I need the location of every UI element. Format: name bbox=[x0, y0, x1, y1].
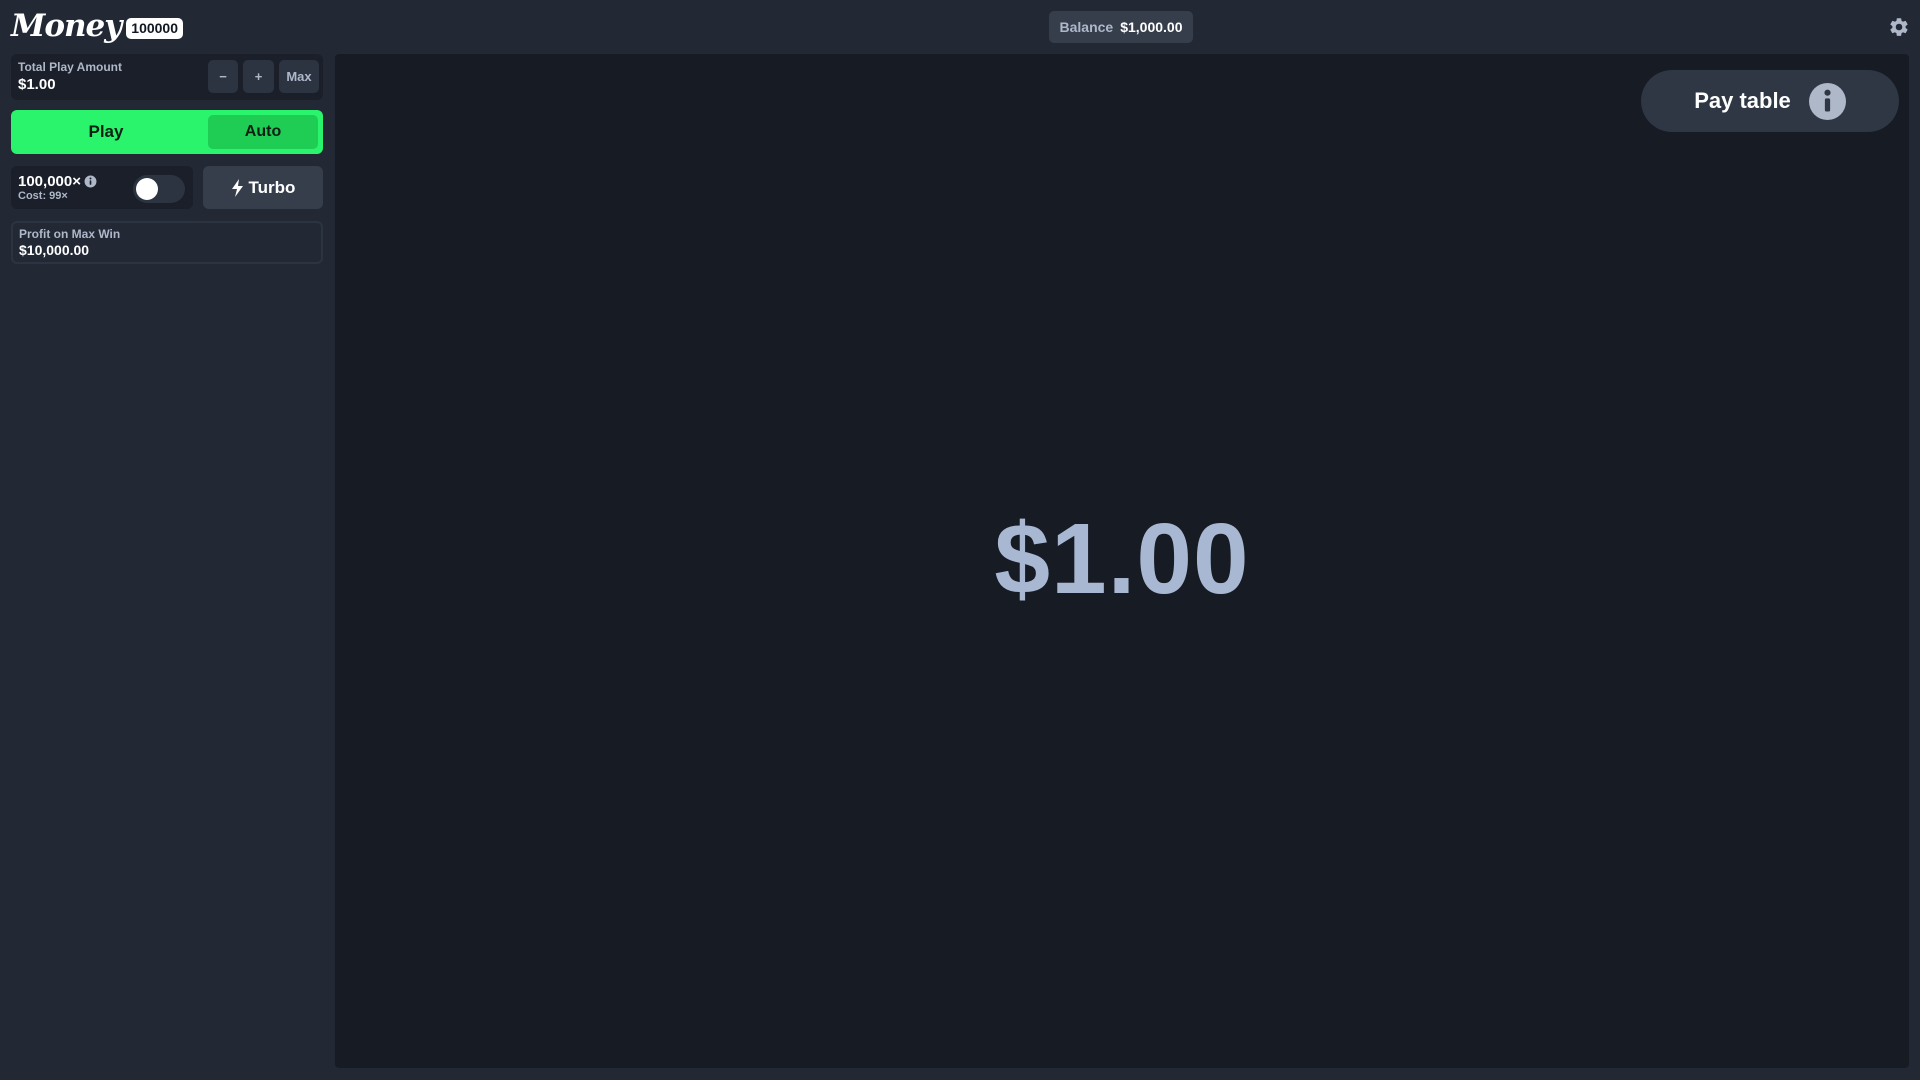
play-amount-label: Total Play Amount bbox=[18, 60, 123, 74]
turbo-button[interactable]: Turbo bbox=[203, 166, 323, 209]
game-area: Pay table $1.00 bbox=[335, 54, 1909, 1068]
info-icon[interactable] bbox=[84, 175, 97, 188]
profit-label: Profit on Max Win bbox=[19, 227, 121, 241]
auto-button[interactable]: Auto bbox=[208, 115, 318, 149]
gear-icon[interactable] bbox=[1888, 16, 1910, 38]
profit-value: $10,000.00 bbox=[19, 242, 90, 258]
multiplier-cost: Cost: 99× bbox=[18, 190, 68, 202]
play-button[interactable]: Play bbox=[11, 110, 201, 154]
turbo-label: Turbo bbox=[248, 177, 296, 197]
multiplier-value: 100,000× bbox=[18, 173, 81, 190]
logo-badge: 100000 bbox=[126, 17, 183, 39]
game-amount-display: $1.00 bbox=[994, 503, 1250, 615]
profit-panel: Profit on Max Win $10,000.00 bbox=[11, 221, 323, 264]
multiplier-panel: 100,000× Cost: 99× bbox=[11, 166, 193, 209]
logo-text: Money bbox=[11, 8, 122, 44]
toggle-knob bbox=[136, 178, 158, 200]
balance-display: Balance $1,000.00 bbox=[1049, 11, 1193, 43]
pay-table-label: Pay table bbox=[1694, 88, 1791, 113]
top-bar: Money 100000 Balance $1,000.00 bbox=[0, 0, 1920, 54]
logo: Money 100000 bbox=[11, 8, 183, 44]
play-amount-panel: Total Play Amount $1.00 − + Max bbox=[11, 54, 323, 100]
lightning-bolt-icon bbox=[231, 178, 244, 197]
pay-table-button[interactable]: Pay table bbox=[1641, 70, 1899, 132]
increase-amount-button[interactable]: + bbox=[243, 60, 274, 93]
multiplier-toggle[interactable] bbox=[133, 175, 185, 203]
balance-label: Balance bbox=[1059, 19, 1114, 35]
multiplier-value-row: 100,000× bbox=[18, 173, 97, 190]
info-icon bbox=[1808, 82, 1846, 120]
play-amount-value[interactable]: $1.00 bbox=[18, 76, 56, 93]
max-amount-button[interactable]: Max bbox=[279, 60, 319, 93]
balance-value: $1,000.00 bbox=[1120, 19, 1183, 35]
play-button-group: Play Auto bbox=[11, 110, 323, 154]
decrease-amount-button[interactable]: − bbox=[208, 60, 238, 93]
